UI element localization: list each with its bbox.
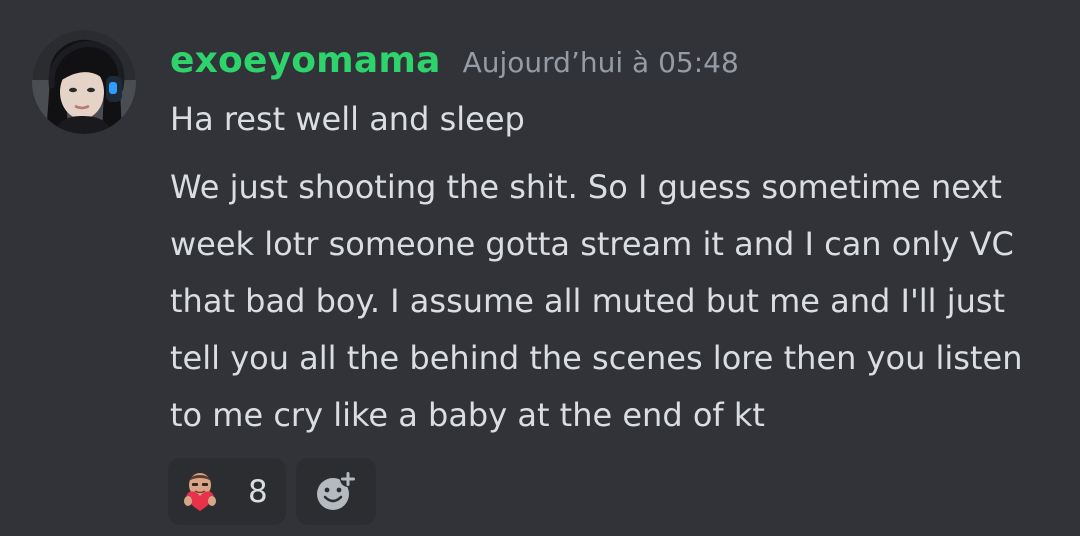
add-reaction-smiley-icon	[317, 470, 356, 510]
chat-message: exoeyomama Aujourd’hui à 05:48 Ha rest w…	[0, 0, 1080, 536]
add-reaction-button[interactable]	[296, 458, 376, 525]
reaction-count: 8	[248, 473, 268, 510]
message-header: exoeyomama Aujourd’hui à 05:48	[170, 40, 739, 90]
message-timestamp: Aujourd’hui à 05:48	[462, 46, 739, 79]
avatar-portrait-icon	[32, 30, 136, 134]
username[interactable]: exoeyomama	[170, 40, 441, 81]
user-avatar[interactable]	[32, 30, 136, 134]
reaction-bar: 8	[168, 458, 376, 525]
message-text-line: We just shooting the shit. So I guess so…	[170, 168, 1023, 434]
reaction-pill[interactable]: 8	[168, 458, 286, 525]
custom-heart-emote-icon	[184, 472, 216, 511]
message-text-line: Ha rest well and sleep	[170, 100, 525, 138]
